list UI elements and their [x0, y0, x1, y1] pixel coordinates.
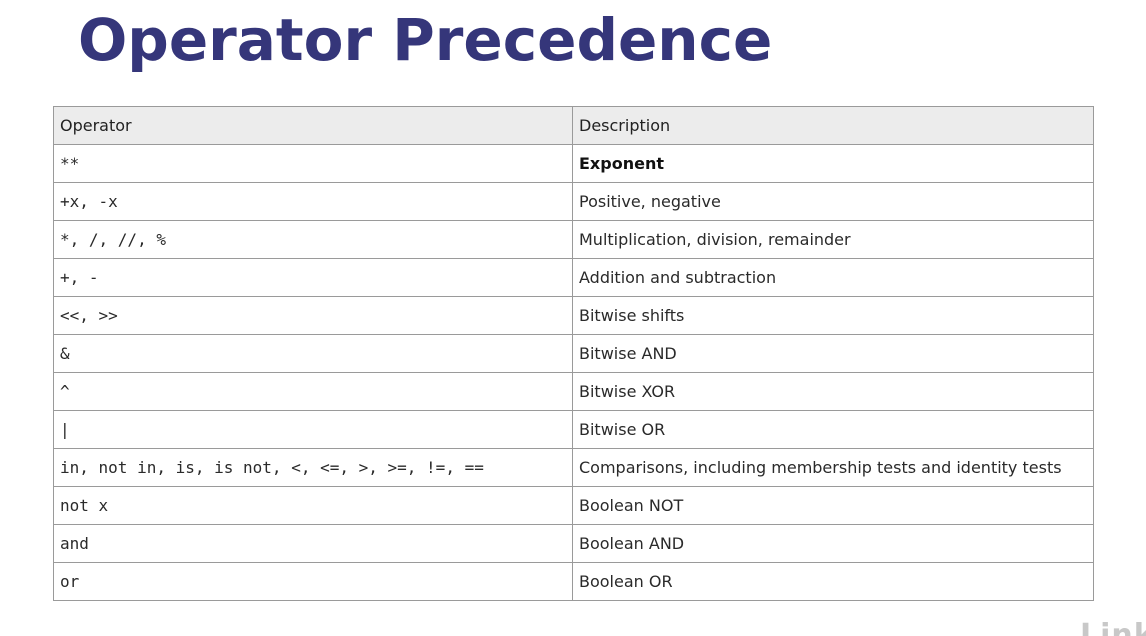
operator-cell: &	[53, 334, 573, 373]
table-row: ^ Bitwise XOR	[53, 372, 1094, 411]
description-cell: Comparisons, including membership tests …	[572, 448, 1094, 487]
description-cell: Multiplication, division, remainder	[572, 220, 1094, 259]
description-cell: Boolean NOT	[572, 486, 1094, 525]
operator-cell: |	[53, 410, 573, 449]
operator-cell: **	[53, 144, 573, 183]
table-row: and Boolean AND	[53, 524, 1094, 563]
header-operator: Operator	[53, 106, 573, 145]
operator-cell: <<, >>	[53, 296, 573, 335]
table-row: & Bitwise AND	[53, 334, 1094, 373]
operator-cell: not x	[53, 486, 573, 525]
precedence-table: Operator Description ** Exponent +x, -x …	[53, 106, 1094, 601]
table-row: *, /, //, % Multiplication, division, re…	[53, 220, 1094, 259]
table-row: <<, >> Bitwise shifts	[53, 296, 1094, 335]
slide-title: Operator Precedence	[78, 6, 773, 74]
table-header-row: Operator Description	[53, 106, 1094, 145]
table-row: or Boolean OR	[53, 562, 1094, 601]
description-cell: Exponent	[572, 144, 1094, 183]
table-row: in, not in, is, is not, <, <=, >, >=, !=…	[53, 448, 1094, 487]
description-cell: Bitwise XOR	[572, 372, 1094, 411]
table-row: not x Boolean NOT	[53, 486, 1094, 525]
table-row: +, - Addition and subtraction	[53, 258, 1094, 297]
operator-cell: *, /, //, %	[53, 220, 573, 259]
description-cell: Boolean AND	[572, 524, 1094, 563]
operator-cell: ^	[53, 372, 573, 411]
description-cell: Bitwise shifts	[572, 296, 1094, 335]
description-cell: Boolean OR	[572, 562, 1094, 601]
linkedin-watermark-logo: Linkedin	[1080, 618, 1146, 636]
description-cell: Positive, negative	[572, 182, 1094, 221]
precedence-table-container: Operator Description ** Exponent +x, -x …	[53, 106, 1094, 601]
operator-cell: +, -	[53, 258, 573, 297]
operator-cell: in, not in, is, is not, <, <=, >, >=, !=…	[53, 448, 573, 487]
table-row: ** Exponent	[53, 144, 1094, 183]
header-description: Description	[572, 106, 1094, 145]
operator-cell: or	[53, 562, 573, 601]
table-row: | Bitwise OR	[53, 410, 1094, 449]
description-cell: Bitwise OR	[572, 410, 1094, 449]
description-cell: Bitwise AND	[572, 334, 1094, 373]
description-cell: Addition and subtraction	[572, 258, 1094, 297]
operator-cell: and	[53, 524, 573, 563]
table-row: +x, -x Positive, negative	[53, 182, 1094, 221]
operator-cell: +x, -x	[53, 182, 573, 221]
